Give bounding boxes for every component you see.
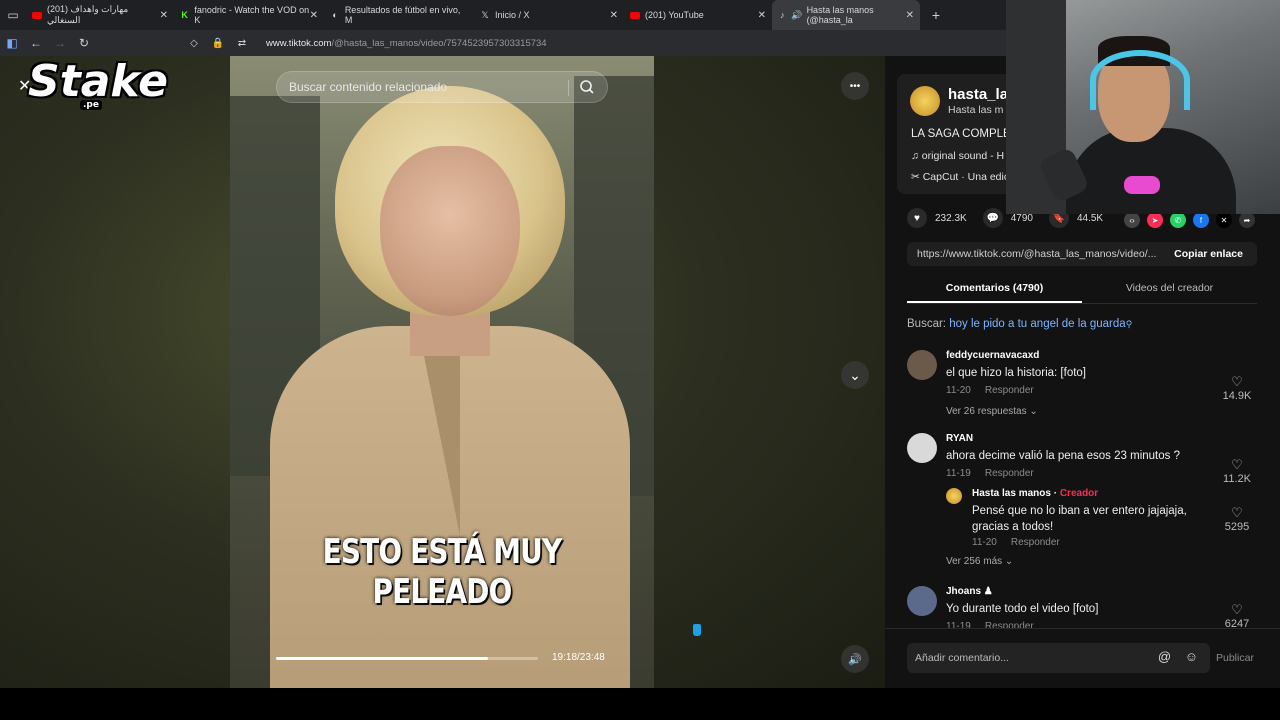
reply-button[interactable]: Responder: [1011, 537, 1060, 548]
youtube-icon: [32, 10, 42, 20]
heart-outline-icon: ♡: [1231, 505, 1243, 520]
site-settings-icon[interactable]: ⇄: [230, 38, 254, 49]
author-avatar[interactable]: [910, 86, 940, 116]
share-icon[interactable]: ➦: [1239, 212, 1255, 228]
video-subtitle: ESTO ESTÁ MUY PELEADO: [322, 532, 563, 612]
tab-creator-videos[interactable]: Videos del creador: [1082, 278, 1257, 303]
chevron-down-icon: ⌄: [849, 366, 861, 383]
avatar[interactable]: [907, 433, 937, 463]
url-field[interactable]: www.tiktok.com/@hasta_las_manos/video/75…: [266, 38, 547, 49]
tiktok-icon: ♪: [780, 10, 785, 20]
headphones-icon: [1090, 50, 1190, 110]
copy-link-button[interactable]: Copiar enlace: [1174, 248, 1243, 260]
music-note-icon: ♫: [911, 150, 922, 162]
back-icon[interactable]: ←: [24, 36, 48, 50]
music-link[interactable]: ♫ original sound - H: [911, 150, 1004, 162]
globe-icon: ◐: [332, 10, 338, 20]
lock-icon: 🔒: [211, 37, 225, 49]
speaker-icon: 🔊: [848, 653, 862, 666]
capcut-icon: ✂: [911, 171, 923, 183]
search-icon[interactable]: [579, 79, 595, 95]
tab-overview-icon[interactable]: ▭: [0, 8, 26, 22]
bottom-bar: [0, 688, 1280, 720]
comment-icon[interactable]: 💬: [982, 208, 1003, 228]
emoji-icon[interactable]: ☺: [1185, 649, 1198, 664]
new-tab-button[interactable]: +: [924, 7, 948, 23]
more-options-button[interactable]: •••: [841, 72, 869, 100]
heart-outline-icon: ♡: [1231, 602, 1243, 617]
facebook-icon[interactable]: f: [1193, 212, 1209, 228]
browser-tab-5[interactable]: (201) YouTube ✕: [624, 0, 772, 30]
sidebar-icon[interactable]: ◧: [0, 36, 24, 50]
speaker-icon: 🔊: [790, 9, 803, 20]
avatar[interactable]: [946, 488, 962, 504]
youtube-icon: [630, 10, 640, 20]
search-suggestion[interactable]: Buscar: hoy le pido a tu angel de la gua…: [907, 318, 1132, 330]
reply-button[interactable]: Responder: [985, 468, 1034, 479]
browser-tab-3[interactable]: ◐ Resultados de fútbol en vivo, M: [324, 0, 474, 30]
panel-tabs: Comentarios (4790) Videos del creador: [907, 278, 1257, 304]
capcut-link[interactable]: ✂ CapCut · Una edic: [911, 171, 1009, 183]
send-icon[interactable]: ➤: [1147, 212, 1163, 228]
video-player[interactable]: ESTO ESTÁ MUY PELEADO 19:18/23:48: [230, 56, 654, 688]
reload-icon[interactable]: ↻: [72, 36, 96, 50]
embed-icon[interactable]: ‹›: [1124, 212, 1140, 228]
kick-icon: K: [181, 10, 188, 20]
video-progress-bar[interactable]: [276, 657, 538, 660]
view-replies-button[interactable]: Ver 26 respuestas ⌄: [946, 406, 1038, 417]
whatsapp-icon[interactable]: ✆: [1170, 212, 1186, 228]
video-description: LA SAGA COMPLE: [911, 128, 1011, 140]
heart-icon[interactable]: ♥: [907, 208, 927, 228]
related-search-input[interactable]: Buscar contenido relacionado: [276, 71, 608, 103]
comment-item: RYAN ahora decime valió la pena esos 23 …: [907, 433, 1257, 493]
view-more-replies-button[interactable]: Ver 256 más ⌄: [946, 556, 1013, 567]
close-tab-icon[interactable]: ✕: [610, 10, 618, 21]
x-icon: 𝕏: [481, 9, 489, 20]
browser-tab-2[interactable]: K fanodric - Watch the VOD on K ✕: [174, 0, 324, 30]
video-time: 19:18/23:48: [552, 652, 605, 663]
author-display-name: Hasta las m: [948, 104, 1004, 116]
comment-composer: Añadir comentario... @ ☺ Publicar: [885, 628, 1280, 688]
close-tab-icon[interactable]: ✕: [758, 10, 766, 21]
x-share-icon[interactable]: ✕: [1216, 212, 1232, 228]
avatar[interactable]: [907, 350, 937, 380]
shield-icon[interactable]: ◇: [182, 38, 206, 49]
publish-button[interactable]: Publicar: [1216, 652, 1254, 664]
browser-tab-4[interactable]: 𝕏 Inicio / X ✕: [474, 0, 624, 30]
comment-like[interactable]: ♡ 14.9K: [1217, 374, 1257, 402]
close-tab-icon[interactable]: ✕: [310, 10, 318, 21]
mention-icon[interactable]: @: [1158, 649, 1171, 664]
add-comment-input[interactable]: Añadir comentario... @ ☺: [907, 643, 1210, 673]
avatar[interactable]: [907, 586, 937, 616]
next-video-button[interactable]: ⌄: [841, 361, 869, 389]
webcam-overlay: [1006, 0, 1280, 214]
share-link-field[interactable]: https://www.tiktok.com/@hasta_las_manos/…: [907, 242, 1257, 266]
video-frame-face: [380, 146, 520, 316]
browser-tab-6[interactable]: ♪ 🔊 Hasta las manos (@hasta_la ✕: [772, 0, 920, 30]
heart-outline-icon: ♡: [1231, 374, 1243, 389]
forward-icon[interactable]: →: [48, 36, 72, 50]
tab-comments[interactable]: Comentarios (4790): [907, 278, 1082, 303]
mouse-cursor: [693, 624, 701, 636]
comment-like[interactable]: ♡ 5295: [1217, 505, 1257, 533]
close-tab-icon[interactable]: ✕: [160, 10, 168, 21]
heart-outline-icon: ♡: [1231, 457, 1243, 472]
search-icon: ⚲: [1125, 319, 1133, 329]
close-tab-icon[interactable]: ✕: [906, 10, 914, 21]
comment-like[interactable]: ♡ 11.2K: [1217, 457, 1257, 485]
stake-logo: Stake .pe: [28, 56, 168, 110]
reply-button[interactable]: Responder: [985, 385, 1034, 396]
comment-item: feddycuernavacaxd el que hizo la histori…: [907, 350, 1257, 420]
browser-tab-1[interactable]: (201) مهارات واهداف السنغالي ✕: [26, 0, 174, 30]
volume-button[interactable]: 🔊: [841, 645, 869, 673]
video-stage: ESTO ESTÁ MUY PELEADO 19:18/23:48 Buscar…: [0, 56, 885, 688]
comment-like[interactable]: ♡ 6247: [1217, 602, 1257, 630]
